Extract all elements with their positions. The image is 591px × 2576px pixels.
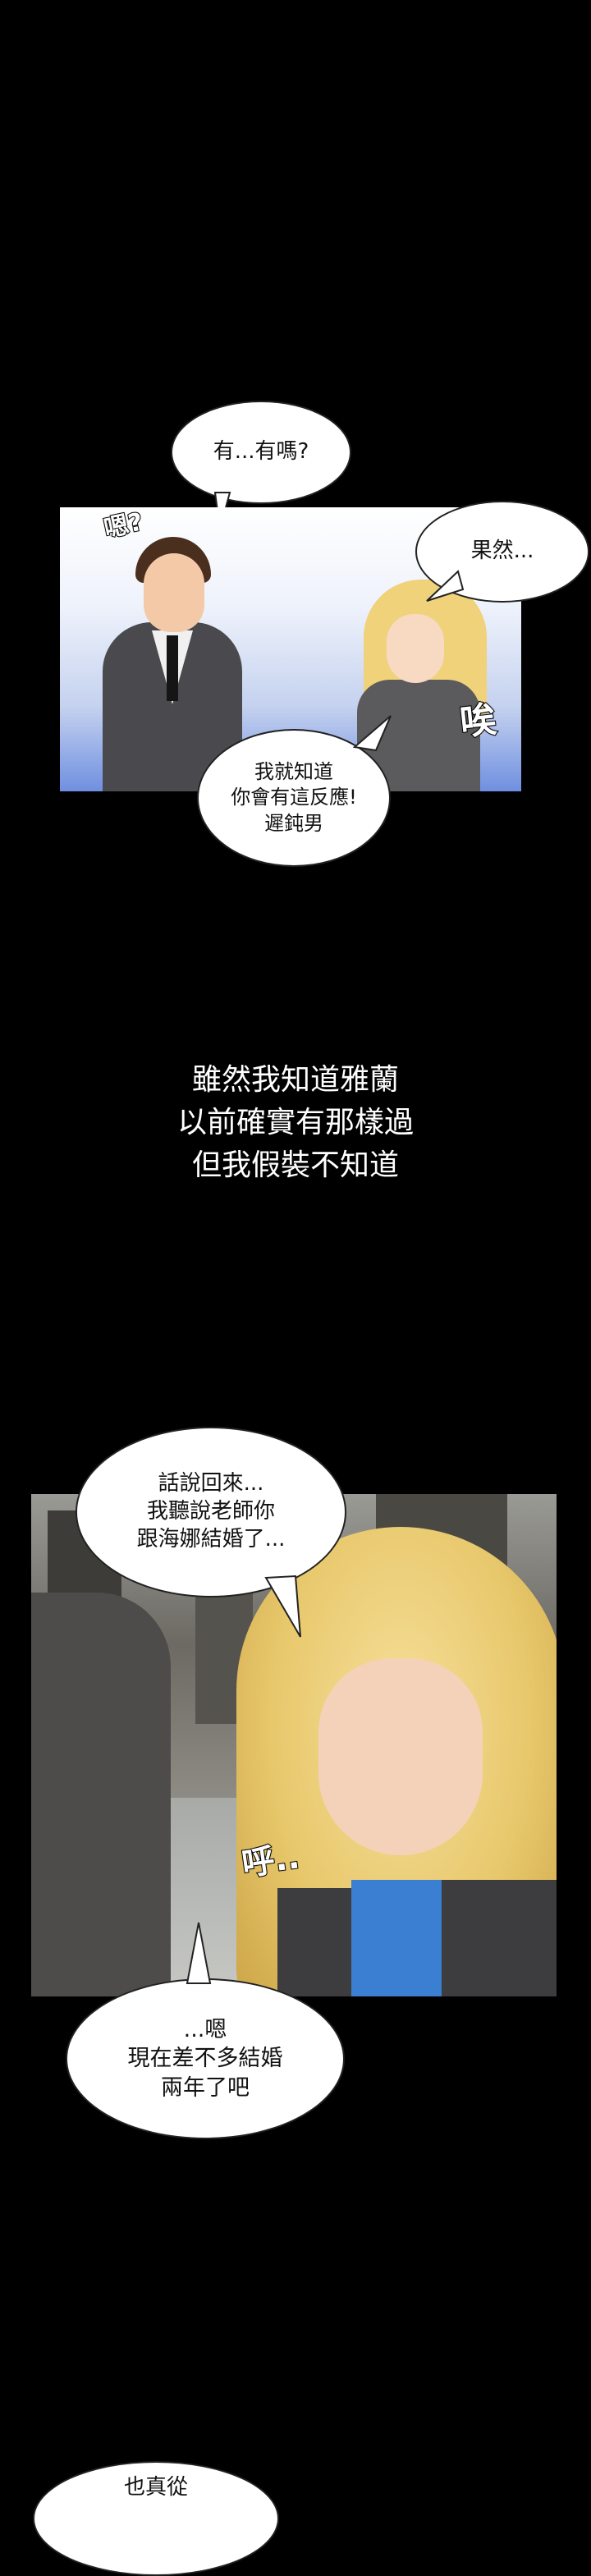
speech-text-knew: 果然...	[470, 539, 534, 564]
man-tie	[167, 635, 178, 701]
speech-text-partial: 也真從	[123, 2475, 188, 2500]
speech-tail-retort	[353, 715, 392, 752]
speech-text-retort: 我就知道 你會有這反應! 遲鈍男	[231, 760, 357, 835]
man-shoulder	[31, 1593, 171, 1996]
speech-bubble-question: 有...有嗎?	[171, 401, 351, 504]
speech-tail-answer	[186, 1922, 212, 1984]
sfx-breath: 呼..	[239, 1837, 303, 1884]
sfx-sigh: 唉	[457, 698, 499, 745]
narration-caption: 雖然我知道雅蘭 以前確實有那樣過 但我假裝不知道	[176, 1063, 414, 1183]
blonde-woman-jacket	[442, 1880, 557, 1996]
man-head	[144, 553, 204, 632]
blonde-woman-face	[318, 1658, 483, 1855]
speech-text-answer: ...嗯 現在差不多結婚 兩年了吧	[127, 2017, 283, 2101]
blonde-woman-blouse	[351, 1880, 450, 1996]
speech-tail-knew	[426, 570, 465, 602]
speech-text-question: 有...有嗎?	[213, 439, 309, 465]
webtoon-strip: 有...有嗎? 嗯? 唉 果然... 我就知道 你會有這反應! 遲鈍男 雖然我知…	[0, 0, 591, 2576]
speech-tail-ask	[264, 1574, 301, 1638]
speech-bubble-partial: 也真從	[33, 2461, 279, 2576]
speech-text-ask: 話說回來... 我聽說老師你 跟海娜結婚了...	[136, 1471, 286, 1552]
blonde-woman-face	[387, 614, 444, 683]
speech-bubble-ask: 話說回來... 我聽說老師你 跟海娜結婚了...	[76, 1427, 346, 1597]
speech-bubble-answer: ...嗯 現在差不多結婚 兩年了吧	[66, 1978, 345, 2139]
